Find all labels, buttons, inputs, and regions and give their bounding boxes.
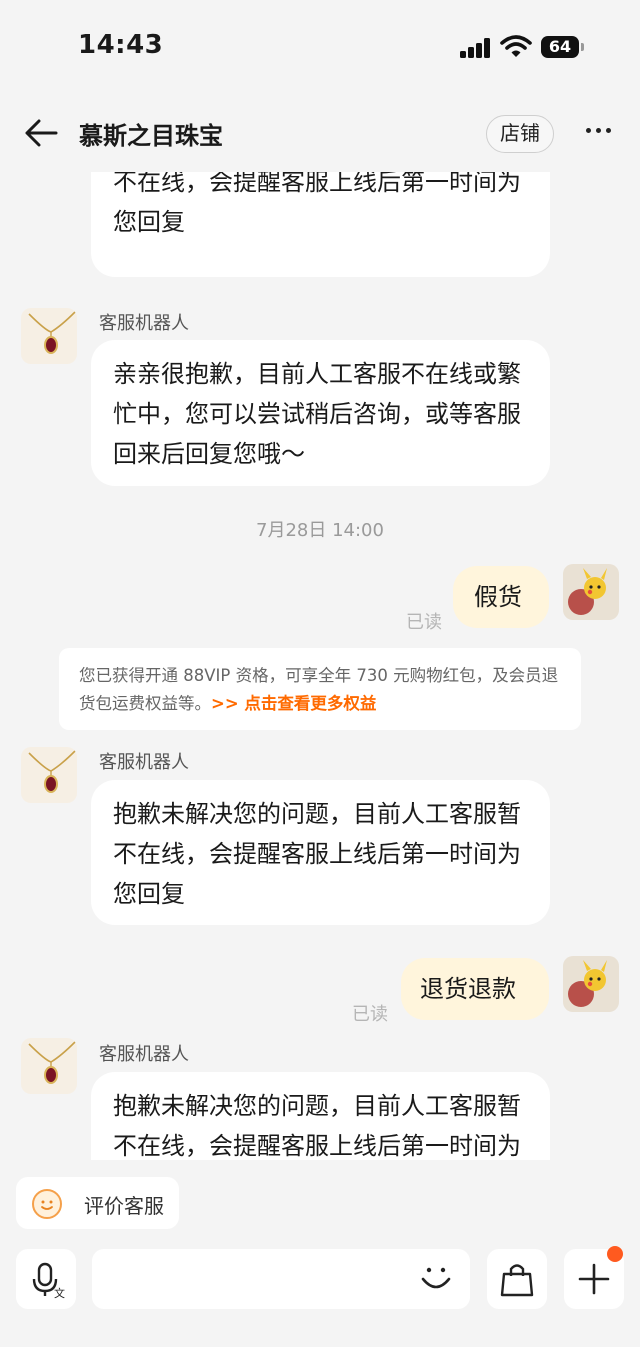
read-status: 已读: [352, 1004, 388, 1025]
shopping-bag-icon: [500, 1264, 534, 1297]
user-avatar[interactable]: [563, 564, 619, 620]
message-text: 抱歉未解决您的问题，目前人工客服暂不在线，会提醒客服上线后第一时间为您回复: [113, 800, 521, 908]
message-text: 退货退款: [420, 975, 516, 1003]
message-bubble-user: 假货: [453, 566, 549, 628]
back-arrow-icon[interactable]: [24, 118, 58, 148]
shop-button[interactable]: 店铺: [486, 115, 554, 153]
chat-header: 慕斯之目珠宝 店铺: [0, 96, 640, 172]
message-bubble-bot: 抱歉未解决您的问题，目前人工客服暂不在线，会提醒客服上线后第一时间为您回复: [91, 780, 550, 925]
input-bar: 文: [0, 1235, 640, 1347]
wifi-icon: [500, 35, 532, 57]
message-text: 亲亲很抱歉，目前人工客服不在线或繁忙中，您可以尝试稍后咨询，或等客服回来后回复您…: [113, 360, 521, 468]
message-bubble-bot-partial: 抱歉未解决您的问题，目前人工客服暂不在线，会提醒客服上线后第一时间为您回复: [91, 172, 550, 277]
notification-dot: [607, 1246, 623, 1262]
microphone-icon: 文: [32, 1262, 65, 1300]
voice-button[interactable]: 文: [16, 1249, 76, 1309]
user-avatar[interactable]: [563, 956, 619, 1012]
bot-avatar[interactable]: [21, 308, 77, 364]
vip-notice: 您已获得开通 88VIP 资格，可享全年 730 元购物红包，及会员退货包运费权…: [59, 648, 581, 730]
message-bubble-bot: 亲亲很抱歉，目前人工客服不在线或繁忙中，您可以尝试稍后咨询，或等客服回来后回复您…: [91, 340, 550, 486]
message-timestamp: 7月28日 14:00: [256, 520, 384, 541]
message-bubble-user: 退货退款: [401, 958, 549, 1020]
message-text: 假货: [474, 583, 522, 611]
read-status: 已读: [406, 612, 442, 633]
message-input[interactable]: [92, 1249, 470, 1309]
bot-avatar[interactable]: [21, 747, 77, 803]
battery-tip: [581, 43, 584, 51]
rate-service-button[interactable]: 评价客服: [16, 1177, 179, 1229]
sender-name: 客服机器人: [99, 313, 189, 334]
smile-icon: [32, 1189, 62, 1219]
page-title: 慕斯之目珠宝: [79, 122, 223, 150]
battery-icon: 64: [541, 36, 579, 58]
bot-avatar[interactable]: [21, 1038, 77, 1094]
smile-icon[interactable]: [418, 1257, 454, 1295]
sender-name: 客服机器人: [99, 752, 189, 773]
more-icon[interactable]: [584, 120, 614, 140]
message-text: 抱歉未解决您的问题，目前人工客服暂不在线，会提醒客服上线后第一时间为您回复: [113, 172, 521, 236]
svg-text:文: 文: [54, 1286, 65, 1300]
signal-icon: [460, 38, 492, 58]
shopping-bag-button[interactable]: [487, 1249, 547, 1309]
status-bar: 14:43 64: [0, 0, 640, 96]
status-time: 14:43: [78, 30, 164, 60]
chat-messages[interactable]: 抱歉未解决您的问题，目前人工客服暂不在线，会提醒客服上线后第一时间为您回复 客服…: [0, 172, 640, 1160]
sender-name: 客服机器人: [99, 1044, 189, 1065]
message-text: 抱歉未解决您的问题，目前人工客服暂不在线，会提醒客服上线后第一时间为您回复: [113, 1092, 521, 1160]
rate-service-label: 评价客服: [84, 1194, 164, 1218]
message-bubble-bot: 抱歉未解决您的问题，目前人工客服暂不在线，会提醒客服上线后第一时间为您回复: [91, 1072, 550, 1160]
vip-benefits-link[interactable]: >> 点击查看更多权益: [211, 694, 376, 713]
